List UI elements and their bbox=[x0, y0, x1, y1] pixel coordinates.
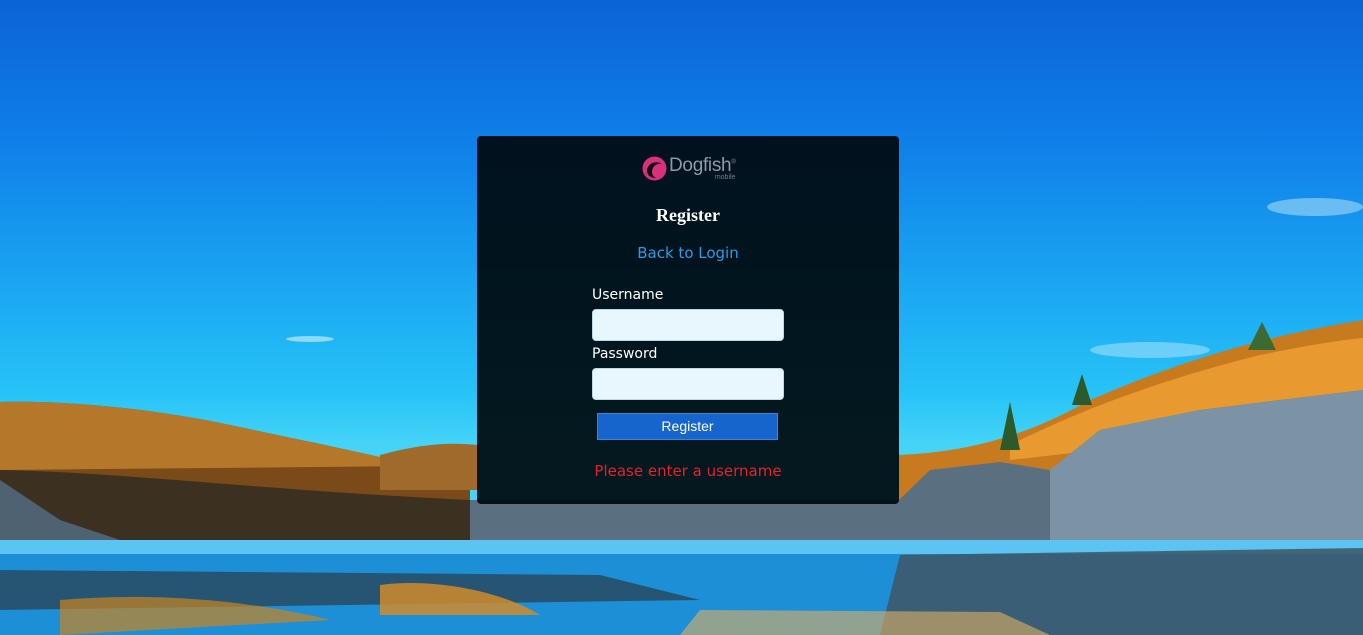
logo-subtitle: mobile bbox=[714, 173, 736, 181]
back-to-login-link[interactable]: Back to Login bbox=[477, 244, 899, 262]
password-input[interactable] bbox=[592, 368, 784, 400]
register-panel: Dogfish® mobile Register Back to Login U… bbox=[477, 136, 899, 504]
logo-name: Dogfish® bbox=[669, 154, 736, 176]
page-title: Register bbox=[656, 205, 720, 225]
register-button[interactable]: Register bbox=[597, 413, 778, 440]
error-message: Please enter a username bbox=[594, 462, 782, 480]
username-label: Username bbox=[592, 287, 664, 303]
dogfish-logo: Dogfish® mobile bbox=[642, 152, 736, 184]
dogfish-logo-icon bbox=[642, 156, 667, 180]
password-label: Password bbox=[592, 346, 658, 362]
username-input[interactable] bbox=[592, 309, 784, 341]
logo-wordmark: Dogfish® mobile bbox=[669, 154, 736, 181]
